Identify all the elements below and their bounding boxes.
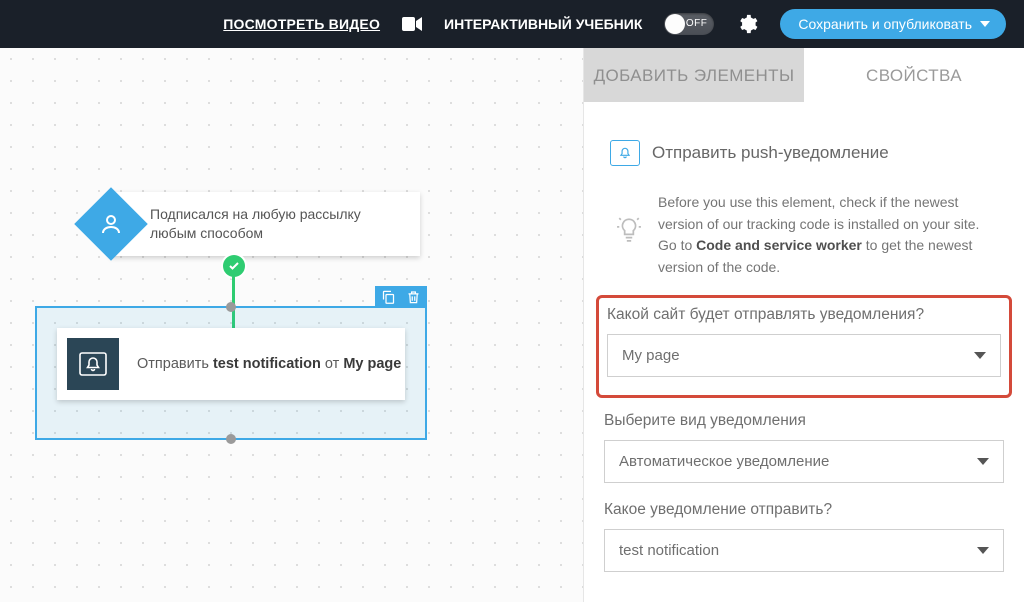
tutorial-toggle[interactable]: OFF: [664, 13, 714, 35]
field-label-site: Какой сайт будет отправлять уведомления?: [607, 306, 1001, 324]
camera-icon: [402, 17, 422, 31]
field-which-notification: Какое уведомление отправить? test notifi…: [604, 501, 1004, 572]
lightbulb-icon: [614, 192, 644, 279]
node-toolbar: [375, 286, 427, 308]
publish-button-label: Сохранить и опубликовать: [798, 16, 972, 32]
select-which-notification[interactable]: test notification: [604, 529, 1004, 572]
trigger-node[interactable]: Подписался на любую рассылку любым спосо…: [110, 192, 420, 256]
field-label-type: Выберите вид уведомления: [604, 412, 1004, 430]
chevron-down-icon: [974, 352, 986, 359]
tutorial-label: ИНТЕРАКТИВНЫЙ УЧЕБНИК: [444, 16, 642, 32]
duplicate-icon[interactable]: [381, 289, 396, 305]
panel-title-row: Отправить push-уведомление: [604, 112, 1004, 188]
workflow-canvas[interactable]: Подписался на любую рассылку любым спосо…: [0, 48, 584, 602]
bell-icon: [610, 140, 640, 166]
action-card[interactable]: Отправить test notification от My page: [57, 328, 405, 400]
trigger-icon-diamond: [74, 187, 148, 261]
field-notification-type: Выберите вид уведомления Автоматическое …: [604, 412, 1004, 483]
select-which-value: test notification: [619, 542, 719, 559]
tab-properties[interactable]: СВОЙСТВА: [804, 48, 1024, 102]
select-site-value: My page: [622, 347, 680, 364]
select-notification-type[interactable]: Автоматическое уведомление: [604, 440, 1004, 483]
topbar: ПОСМОТРЕТЬ ВИДЕО ИНТЕРАКТИВНЫЙ УЧЕБНИК O…: [0, 0, 1024, 48]
toggle-knob: [665, 14, 685, 34]
highlighted-field-site: Какой сайт будет отправлять уведомления?…: [596, 295, 1012, 398]
port-top[interactable]: [226, 302, 236, 312]
port-bottom[interactable]: [226, 434, 236, 444]
toggle-state-text: OFF: [686, 18, 708, 29]
properties-panel: ДОБАВИТЬ ЭЛЕМЕНТЫ СВОЙСТВА Отправить pus…: [584, 48, 1024, 602]
action-card-text: Отправить test notification от My page: [137, 356, 401, 372]
chevron-down-icon: [977, 547, 989, 554]
tab-add-elements[interactable]: ДОБАВИТЬ ЭЛЕМЕНТЫ: [584, 48, 804, 102]
gear-icon[interactable]: [736, 13, 758, 35]
panel-title: Отправить push-уведомление: [652, 143, 889, 163]
panel-tabs: ДОБАВИТЬ ЭЛЕМЕНТЫ СВОЙСТВА: [584, 48, 1024, 102]
select-site[interactable]: My page: [607, 334, 1001, 377]
push-notification-icon: [67, 338, 119, 390]
action-node-selected[interactable]: Отправить test notification от My page: [35, 306, 427, 440]
chevron-down-icon: [977, 458, 989, 465]
watch-video-link[interactable]: ПОСМОТРЕТЬ ВИДЕО: [223, 16, 380, 32]
trigger-node-text: Подписался на любую рассылку любым спосо…: [110, 205, 408, 243]
select-type-value: Автоматическое уведомление: [619, 453, 829, 470]
chevron-down-icon: [980, 21, 990, 27]
trash-icon[interactable]: [406, 289, 421, 305]
checkmark-icon: [223, 255, 245, 277]
field-label-which: Какое уведомление отправить?: [604, 501, 1004, 519]
hint-row: Before you use this element, check if th…: [604, 188, 1004, 303]
hint-text: Before you use this element, check if th…: [658, 192, 998, 279]
publish-button[interactable]: Сохранить и опубликовать: [780, 9, 1006, 39]
